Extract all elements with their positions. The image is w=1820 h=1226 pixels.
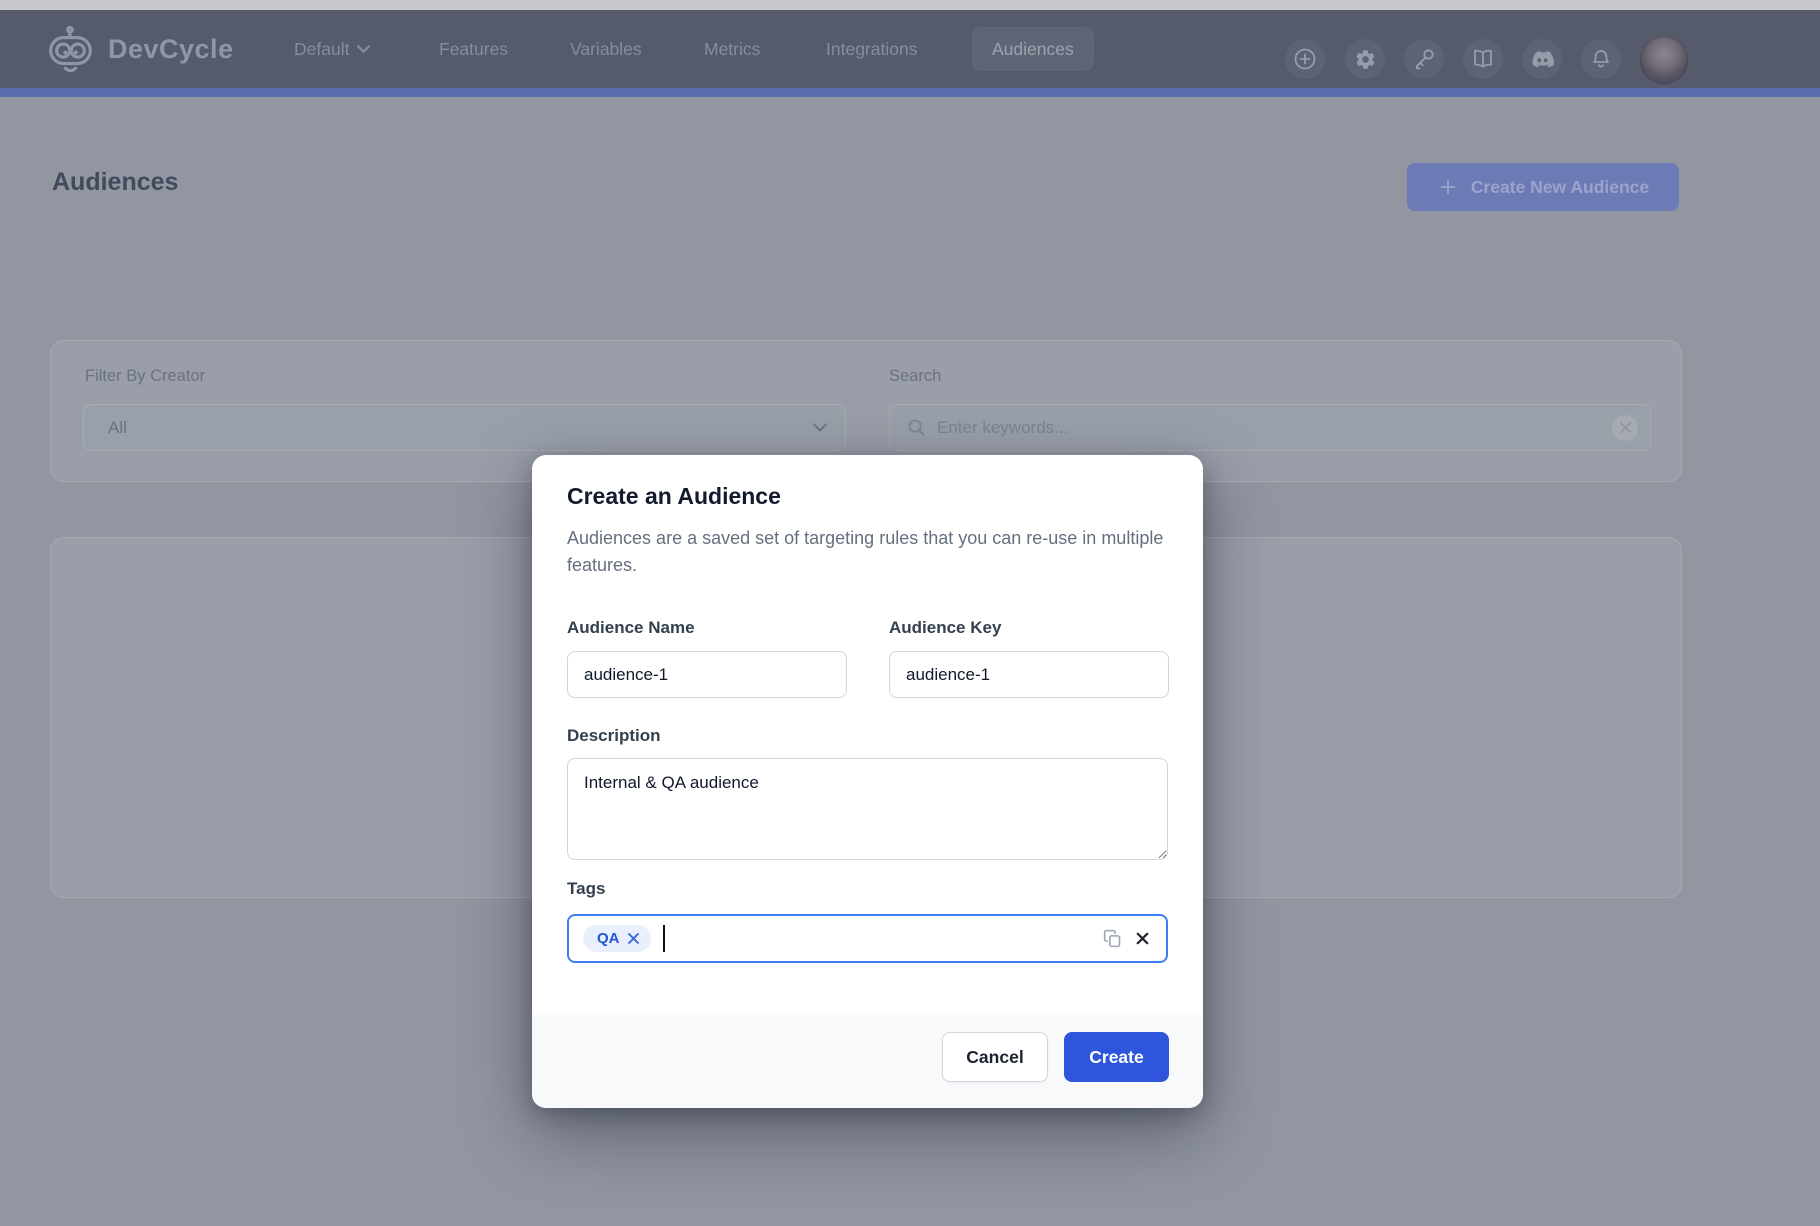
tags-input[interactable]: QA: [567, 914, 1168, 963]
cancel-button[interactable]: Cancel: [942, 1032, 1048, 1082]
tags-label: Tags: [567, 879, 605, 899]
create-button[interactable]: Create: [1064, 1032, 1169, 1082]
cancel-button-label: Cancel: [966, 1047, 1023, 1068]
text-cursor: [663, 925, 665, 952]
modal-title: Create an Audience: [567, 483, 781, 510]
create-audience-modal: Create an Audience Audiences are a saved…: [532, 455, 1203, 1108]
modal-subtitle: Audiences are a saved set of targeting r…: [567, 525, 1169, 579]
audience-name-label: Audience Name: [567, 618, 695, 638]
modal-footer: Cancel Create: [532, 1015, 1203, 1108]
remove-tag-icon[interactable]: [628, 933, 639, 944]
screen: DevCycle Default Features Variables Metr…: [0, 0, 1820, 1226]
tag-pill: QA: [583, 925, 651, 952]
create-button-label: Create: [1089, 1047, 1143, 1068]
copy-icon[interactable]: [1102, 928, 1123, 949]
tag-pill-label: QA: [597, 930, 620, 947]
audience-name-input[interactable]: [567, 651, 847, 698]
description-textarea[interactable]: Internal & QA audience: [567, 758, 1168, 860]
description-label: Description: [567, 726, 661, 746]
clear-tags-icon[interactable]: [1133, 929, 1152, 948]
audience-key-label: Audience Key: [889, 618, 1001, 638]
tags-actions: [1102, 928, 1152, 949]
audience-key-input[interactable]: [889, 651, 1169, 698]
